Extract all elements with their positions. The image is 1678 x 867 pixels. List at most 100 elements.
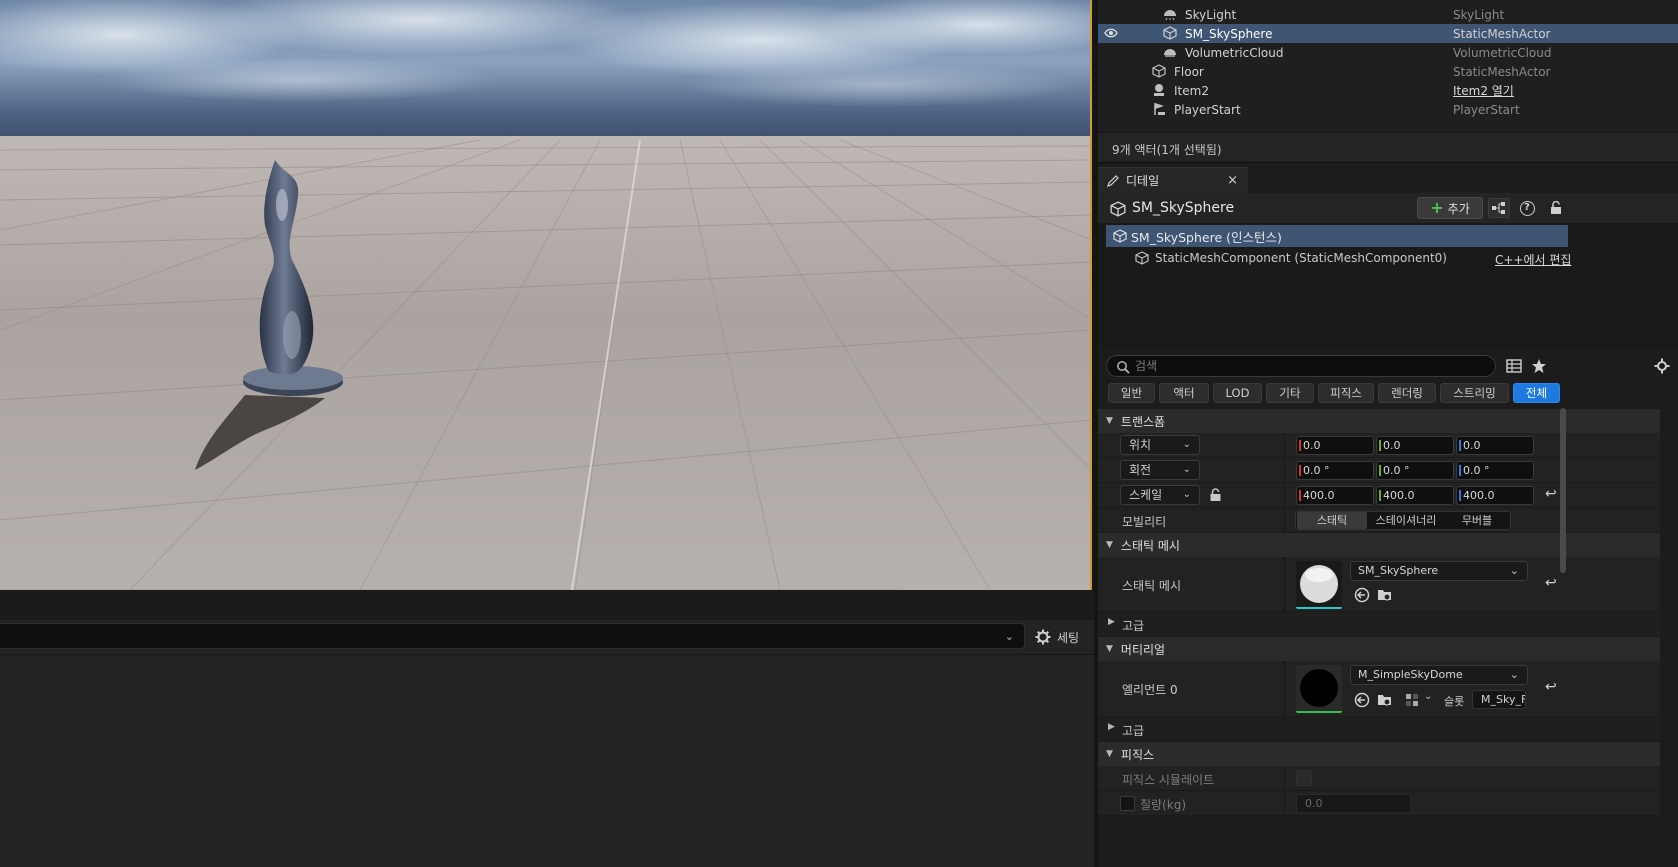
browse-asset-icon[interactable] [1377,692,1393,708]
eye-icon[interactable] [1104,27,1118,39]
slot-name-input[interactable]: M_Sky_F [1472,690,1526,709]
tab-details[interactable]: 디테일 × [1098,167,1248,193]
outliner-row-item2[interactable]: Item2 Item2 열기 [1098,81,1678,100]
scale-z-input[interactable]: 400.0 [1456,486,1534,505]
use-selected-icon[interactable] [1354,587,1370,603]
chevron-down-icon[interactable]: ⌄ [1005,630,1014,643]
blueprint-button[interactable] [1488,198,1510,218]
filter-tab-all[interactable]: 전체 [1513,383,1560,403]
location-x-input[interactable]: 0.0 [1296,436,1374,455]
editor-window: ⌄ 세팅 SkyLight SkyLight SM_SkySphere Stat… [0,0,1678,867]
use-selected-icon[interactable] [1354,692,1370,708]
rotation-y-input[interactable]: 0.0 ° [1376,461,1454,480]
property-row-static-mesh-advanced[interactable]: ▶ 고급 [1098,612,1660,637]
settings-gear-icon[interactable] [1654,358,1670,374]
chevron-down-icon[interactable]: ⌄ [1424,691,1432,702]
outliner-row-label: SM_SkySphere [1185,26,1273,41]
skylight-icon [1164,10,1176,21]
lock-ratio-icon[interactable] [1209,488,1222,502]
category-label: 트랜스폼 [1120,414,1166,429]
component-child[interactable]: StaticMeshComponent (StaticMeshComponent… [1155,251,1447,265]
static-mesh-icon [1163,26,1177,40]
rotation-z-input[interactable]: 0.0 ° [1456,461,1534,480]
property-row-mobility: 모빌리티 스태틱 스테이셔너리 무버블 [1098,508,1660,533]
simulate-physics-checkbox[interactable] [1296,770,1312,786]
checker-texture-icon[interactable] [1404,692,1420,708]
viewport-scene [0,0,1090,590]
outliner-row-volumetriccloud[interactable]: VolumetricCloud VolumetricCloud [1098,43,1678,62]
settings-button[interactable]: 세팅 [1035,626,1093,648]
mobility-option-stationary[interactable]: 스테이셔너리 [1368,512,1444,529]
pencil-icon [1107,174,1119,187]
static-mesh-asset-dropdown[interactable]: SM_SkySphere ⌄ [1350,561,1528,581]
browse-asset-icon[interactable] [1377,587,1393,603]
property-row-mass: 질량(kg) 0.0 [1098,791,1660,816]
filter-tab-streaming[interactable]: 스트리밍 [1440,383,1509,403]
world-outliner: SkyLight SkyLight SM_SkySphere StaticMes… [1098,0,1678,162]
material-thumbnail[interactable] [1296,665,1342,713]
category-transform[interactable]: ▼ 트랜스폼 [1098,409,1660,433]
mobility-option-movable[interactable]: 무버블 [1444,512,1510,529]
filter-tab-physics[interactable]: 피직스 [1318,383,1374,403]
open-item2-link[interactable]: Item2 열기 [1453,82,1514,99]
reset-to-default-icon[interactable]: ↩ [1545,575,1557,591]
outliner-row-floor[interactable]: Floor StaticMeshActor [1098,62,1678,81]
collapse-arrow-icon: ▼ [1106,540,1113,550]
filter-tab-lod[interactable]: LOD [1213,383,1262,403]
add-component-button[interactable]: + 추가 [1417,197,1483,219]
details-search-input[interactable]: 검색 [1106,355,1496,377]
location-mode-dropdown[interactable]: 위치 ⌄ [1120,435,1200,455]
rotation-mode-dropdown[interactable]: 회전 ⌄ [1120,460,1200,480]
outliner-row-label: VolumetricCloud [1185,45,1284,60]
property-row-materials-advanced[interactable]: ▶ 고급 [1098,717,1660,742]
mass-override-checkbox[interactable] [1120,796,1135,811]
outliner-row-sm-skysphere[interactable]: SM_SkySphere StaticMeshActor [1098,24,1678,43]
static-mesh-label: 스태틱 메시 [1122,579,1182,593]
static-mesh-icon [1152,64,1166,78]
level-viewport[interactable] [0,0,1092,590]
mass-input[interactable]: 0.0 [1296,794,1411,813]
property-list: ▼ 트랜스폼 위치 ⌄ 0.0 0.0 0.0 회전 ⌄ 0.0 ° 0.0 ° 0… [1098,409,1660,867]
help-button[interactable]: ? [1516,198,1538,218]
lock-button[interactable] [1545,198,1567,218]
details-scrollbar[interactable] [1560,408,1566,573]
category-materials[interactable]: ▼ 머티리얼 [1098,637,1660,661]
static-mesh-thumbnail[interactable] [1296,561,1342,609]
material-asset-dropdown[interactable]: M_SimpleSkyDome ⌄ [1350,665,1528,685]
mobility-segmented-control: 스태틱 스테이셔너리 무버블 [1295,511,1511,530]
mobility-option-static[interactable]: 스태틱 [1297,512,1367,529]
reset-to-default-icon[interactable]: ↩ [1545,679,1557,695]
outliner-row-playerstart[interactable]: PlayerStart PlayerStart [1098,100,1678,119]
reset-to-default-icon[interactable]: ↩ [1545,486,1557,502]
material-sphere-icon [1300,669,1338,707]
filter-tab-rendering[interactable]: 렌더링 [1378,383,1436,403]
outliner-status: 9개 액터(1개 선택됨) [1098,132,1678,162]
outliner-row-skylight[interactable]: SkyLight SkyLight [1098,5,1678,24]
unlock-icon [1551,201,1561,214]
location-y-input[interactable]: 0.0 [1376,436,1454,455]
scale-mode-dropdown[interactable]: 스케일 ⌄ [1120,485,1200,505]
property-row-simulate-physics: 피직스 시뮬레이트 [1098,766,1660,791]
scale-x-input[interactable]: 400.0 [1296,486,1374,505]
location-z-input[interactable]: 0.0 [1456,436,1534,455]
sphere-thumbnail-icon [1300,565,1338,603]
component-root[interactable]: SM_SkySphere (인스턴스) [1106,225,1568,247]
bottom-dropdown-bar[interactable]: ⌄ [0,623,1025,649]
filter-tab-misc[interactable]: 기타 [1266,383,1314,403]
filter-tab-actor[interactable]: 액터 [1159,383,1209,403]
simulate-physics-label: 피직스 시뮬레이트 [1122,773,1215,787]
component-root-label: SM_SkySphere (인스턴스) [1131,229,1282,245]
category-static-mesh[interactable]: ▼ 스태틱 메시 [1098,533,1660,557]
mobility-label: 모빌리티 [1122,515,1167,529]
scale-y-input[interactable]: 400.0 [1376,486,1454,505]
collapse-arrow-icon: ▼ [1106,416,1113,426]
close-icon[interactable]: × [1227,173,1238,188]
scale-label: 스케일 [1129,488,1163,502]
edit-in-cpp-link[interactable]: C++에서 편집 [1495,251,1571,268]
table-view-icon[interactable] [1506,358,1522,374]
filter-tab-general[interactable]: 일반 [1108,383,1155,403]
star-icon[interactable] [1531,358,1547,374]
category-physics[interactable]: ▼ 피직스 [1098,742,1660,766]
rotation-x-input[interactable]: 0.0 ° [1296,461,1374,480]
outliner-row-label: SkyLight [1185,7,1237,22]
